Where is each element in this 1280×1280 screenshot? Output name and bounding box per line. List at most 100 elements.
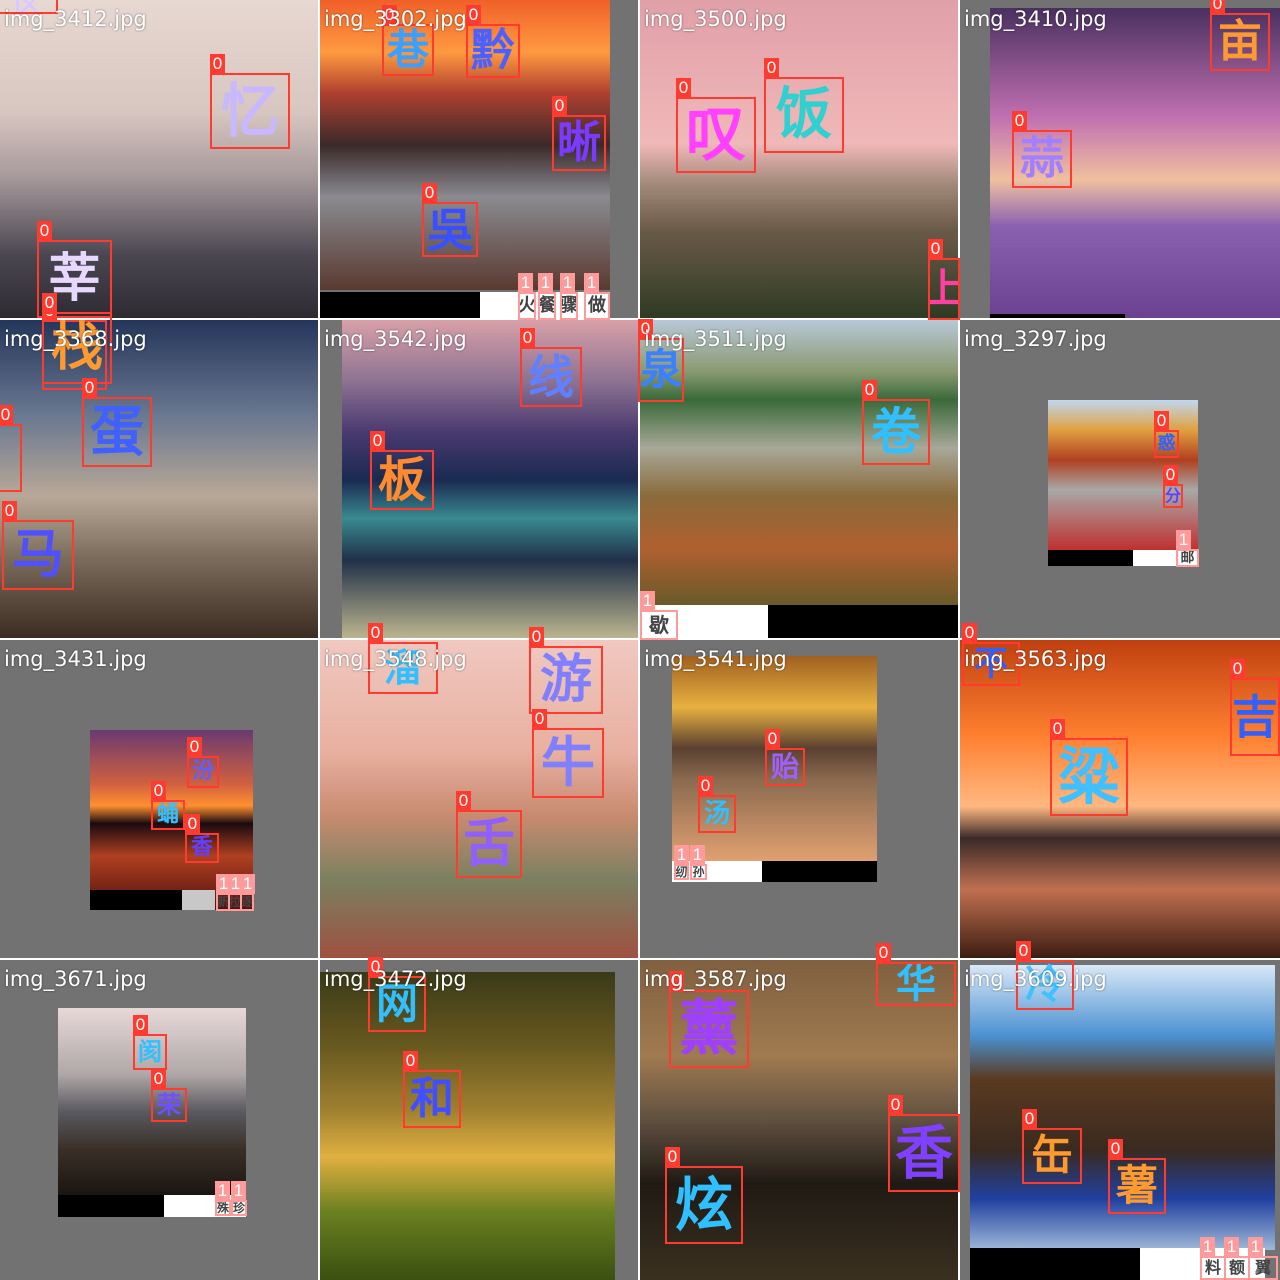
detected-character: 歇 bbox=[649, 613, 669, 637]
class-label-tag: 1 bbox=[1248, 1237, 1263, 1257]
tile-filename: img_3297.jpg bbox=[964, 327, 1107, 351]
class-label-tag: 0 bbox=[2, 501, 17, 521]
detection-box-class-1[interactable]: 纫1 bbox=[674, 845, 689, 880]
class-label-tag: 0 bbox=[466, 5, 481, 25]
class-label-tag: 0 bbox=[1230, 659, 1245, 679]
mosaic-tile-8[interactable]: img_3297.jpg bbox=[960, 320, 1280, 640]
detection-box-class-0[interactable]: 牛0 bbox=[532, 709, 604, 798]
detection-box-class-0[interactable]: 吉0 bbox=[1230, 659, 1280, 756]
letterbox-bar bbox=[1048, 550, 1133, 566]
detected-character: 料 bbox=[1204, 1258, 1221, 1277]
class-label-tag: 1 bbox=[584, 273, 599, 293]
detected-character: 餐 bbox=[540, 295, 554, 316]
mosaic-tile-7[interactable]: img_3511.jpg bbox=[640, 320, 960, 640]
class-label-tag: 0 bbox=[403, 1051, 418, 1071]
detection-box-class-0[interactable]: 和0 bbox=[403, 1051, 461, 1128]
detection-box-class-0[interactable]: 0 bbox=[0, 405, 22, 492]
detection-box-class-1[interactable]: 火1 bbox=[518, 273, 536, 320]
detection-box-class-1[interactable]: 殊1 bbox=[215, 1181, 231, 1216]
class-label-tag: 0 bbox=[532, 709, 547, 729]
detection-box-class-0[interactable]: 粱0 bbox=[1050, 719, 1128, 816]
detection-box-class-1[interactable]: 孙1 bbox=[690, 845, 707, 880]
tile-filename: img_3431.jpg bbox=[4, 647, 147, 671]
detection-box-class-0[interactable]: 亩0 bbox=[1210, 0, 1270, 71]
detected-character: 荣 bbox=[157, 1091, 181, 1119]
letterbox-bar bbox=[320, 292, 480, 318]
detection-box-class-0[interactable]: 蛋0 bbox=[82, 378, 152, 467]
detection-box-class-0[interactable]: 薯0 bbox=[1108, 1139, 1166, 1214]
detected-character: 晰 bbox=[557, 117, 601, 168]
detected-character: 缶 bbox=[1030, 1131, 1073, 1180]
detection-box-class-0[interactable]: 分0 bbox=[1163, 465, 1183, 508]
class-label-tag: 0 bbox=[456, 791, 471, 811]
detection-box-class-1[interactable]: 歇1 bbox=[640, 591, 678, 640]
class-label-tag: 0 bbox=[1022, 1109, 1037, 1129]
letterbox-bar bbox=[58, 1195, 164, 1217]
detection-box-class-0[interactable]: 黔0 bbox=[466, 5, 520, 78]
detection-box-class-0[interactable]: 炫0 bbox=[665, 1147, 743, 1244]
detected-character: 火 bbox=[520, 295, 534, 316]
detection-box-class-0[interactable]: 游0 bbox=[529, 627, 603, 714]
detected-character: 殊 bbox=[217, 1202, 229, 1214]
detection-box-class-0[interactable]: 汤0 bbox=[698, 776, 736, 833]
class-label-tag: 0 bbox=[1154, 411, 1169, 431]
detection-box-class-0[interactable]: 薰0 bbox=[669, 971, 749, 1068]
detection-box-class-1[interactable]: 翼1 bbox=[1248, 1237, 1278, 1280]
detection-box-class-0[interactable]: 香0 bbox=[888, 1095, 960, 1192]
detected-character: 做 bbox=[588, 295, 606, 316]
class-label-tag: 0 bbox=[0, 405, 13, 425]
detection-box-class-1[interactable]: 邮1 bbox=[1176, 530, 1199, 567]
detection-box-class-0[interactable]: 上0 bbox=[928, 239, 960, 320]
detected-character: 亩 bbox=[1218, 16, 1262, 67]
detection-box-class-0[interactable]: 线0 bbox=[520, 328, 582, 407]
mosaic-tile-6[interactable]: img_3542.jpg bbox=[320, 320, 640, 640]
mosaic-tile-11[interactable]: img_3541.jpg bbox=[640, 640, 960, 960]
detection-box-class-0[interactable]: 缶0 bbox=[1022, 1109, 1082, 1184]
class-label-tag: 0 bbox=[928, 239, 943, 259]
detection-box-class-1[interactable]: 做1 bbox=[584, 273, 610, 320]
mosaic-tile-16[interactable]: img_3609.jpg bbox=[960, 960, 1280, 1280]
detection-box-class-0[interactable]: 蒜0 bbox=[1012, 111, 1072, 188]
detection-box-class-1[interactable]: 餐1 bbox=[538, 273, 556, 320]
detection-box-class-0[interactable]: 饭0 bbox=[764, 58, 844, 153]
detection-box-class-0[interactable]: 香0 bbox=[185, 814, 219, 863]
detected-character: 黔 bbox=[471, 26, 515, 76]
detection-box-class-1[interactable]: 珍1 bbox=[231, 1181, 247, 1216]
detected-character: 孙 bbox=[692, 866, 705, 878]
detection-box-class-0[interactable]: 阂0 bbox=[133, 1015, 167, 1070]
detection-box-class-1[interactable]: 额1 bbox=[1224, 1237, 1250, 1280]
class-label-tag: 1 bbox=[518, 273, 533, 293]
detection-box-class-0[interactable]: 蛹0 bbox=[151, 781, 185, 830]
class-label-tag: 0 bbox=[962, 623, 977, 643]
detection-box-class-0[interactable]: 叹0 bbox=[676, 78, 756, 173]
detection-box-class-0[interactable]: 吳0 bbox=[422, 183, 478, 257]
detected-character: 蛹 bbox=[156, 802, 179, 827]
detection-box-class-0[interactable]: 板0 bbox=[370, 431, 434, 510]
class-label-tag: 1 bbox=[674, 845, 689, 865]
detection-box-class-0[interactable]: 华0 bbox=[876, 943, 956, 1006]
detection-box-class-0[interactable]: 卷0 bbox=[862, 380, 930, 465]
detection-box-class-1[interactable]: 骤1 bbox=[560, 273, 578, 320]
detected-character: 逐 bbox=[242, 895, 252, 909]
detection-box-class-0[interactable]: 舌0 bbox=[456, 791, 522, 878]
detected-character: 炫 bbox=[674, 1171, 733, 1239]
detected-character: 巷 bbox=[386, 26, 429, 74]
detection-box-class-0[interactable]: 马0 bbox=[2, 501, 74, 590]
detected-character: 汤 bbox=[703, 799, 730, 829]
detection-box-class-1[interactable]: 逐1 bbox=[240, 874, 255, 911]
detection-box-class-0[interactable]: 晰0 bbox=[552, 96, 606, 171]
detection-box-class-0[interactable]: 荣0 bbox=[151, 1069, 187, 1122]
detection-box-class-0[interactable]: 汾0 bbox=[187, 737, 219, 788]
detection-box-class-0[interactable]: 贻0 bbox=[765, 729, 805, 786]
letterbox-bar bbox=[762, 861, 877, 882]
detection-box-class-0[interactable]: 惑0 bbox=[1154, 411, 1179, 458]
class-label-tag: 0 bbox=[370, 431, 385, 451]
detected-character: 马 bbox=[11, 525, 64, 585]
class-label-tag: 0 bbox=[1016, 941, 1031, 961]
class-label-tag: 0 bbox=[665, 1147, 680, 1167]
detection-box-class-0[interactable]: 忆0 bbox=[210, 54, 290, 149]
detected-character: 卷 bbox=[871, 403, 921, 461]
class-label-tag: 0 bbox=[1210, 0, 1225, 14]
tile-filename: img_3500.jpg bbox=[644, 7, 787, 31]
detection-box-class-1[interactable]: 料1 bbox=[1200, 1237, 1226, 1280]
